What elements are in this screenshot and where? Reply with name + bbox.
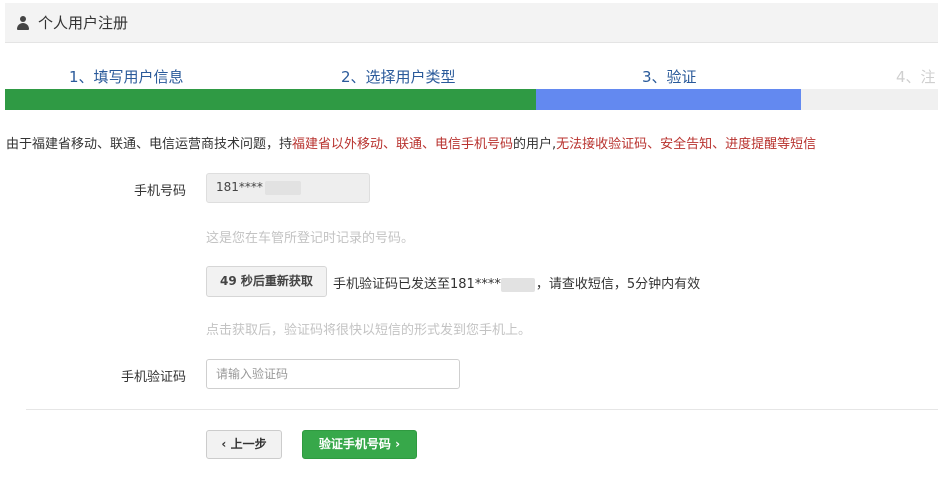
sent-phone-mask [500, 277, 535, 292]
step-4-label: 4、注 [896, 68, 936, 86]
carrier-notice: 由于福建省移动、联通、电信运营商技术问题，持福建省以外移动、联通、电信手机号码的… [6, 133, 816, 152]
step-1-label: 1、填写用户信息 [69, 68, 184, 86]
page-header: 个人用户注册 [5, 3, 938, 43]
page-title: 个人用户注册 [38, 14, 129, 32]
notice-text-1: 由于福建省移动、联通、电信运营商技术问题，持 [6, 137, 293, 152]
phone-number-display: 181**** [206, 173, 370, 203]
step-3-label: 3、验证 [642, 68, 697, 86]
code-sent-prefix: 手机验证码已发送至181**** [333, 277, 501, 292]
phone-hint: 这是您在车管所登记时记录的号码。 [206, 231, 415, 246]
notice-text-2: 福建省以外移动、联通、电信手机号码 [292, 137, 514, 152]
resend-code-button[interactable]: 49 秒后重新获取 [206, 266, 327, 297]
phone-label: 手机号码 [133, 184, 186, 199]
resend-hint: 点击获取后，验证码将很快以短信的形式发到您手机上。 [206, 323, 532, 338]
chevron-right-icon: › [395, 437, 401, 451]
code-sent-message: 手机验证码已发送至181**** ，请查收短信，5分钟内有效 [333, 273, 700, 292]
verification-code-label: 手机验证码 [120, 370, 186, 385]
previous-step-button[interactable]: ‹ 上一步 [206, 430, 282, 459]
verify-phone-button[interactable]: 验证手机号码 › [302, 430, 417, 459]
user-icon [17, 15, 29, 30]
previous-step-label: 上一步 [230, 437, 267, 451]
step-2-label: 2、选择用户类型 [341, 68, 456, 86]
progress-segment-current [536, 89, 801, 110]
step-indicator: 1、填写用户信息 2、选择用户类型 3、验证 4、注 [5, 62, 938, 88]
phone-number-value: 181**** [216, 180, 263, 194]
form-divider [26, 409, 938, 410]
notice-text-3: 的用户, [513, 137, 557, 152]
verification-code-input[interactable] [206, 359, 460, 389]
verify-phone-label: 验证手机号码 [318, 437, 391, 451]
notice-text-4: 无法接收验证码、安全告知、进度提醒等短信 [556, 137, 817, 152]
progress-segment-done [5, 89, 536, 110]
chevron-left-icon: ‹ [221, 437, 227, 451]
step-progress-bar [5, 89, 938, 110]
phone-mask [264, 180, 301, 195]
code-sent-suffix: ，请查收短信，5分钟内有效 [535, 277, 701, 292]
